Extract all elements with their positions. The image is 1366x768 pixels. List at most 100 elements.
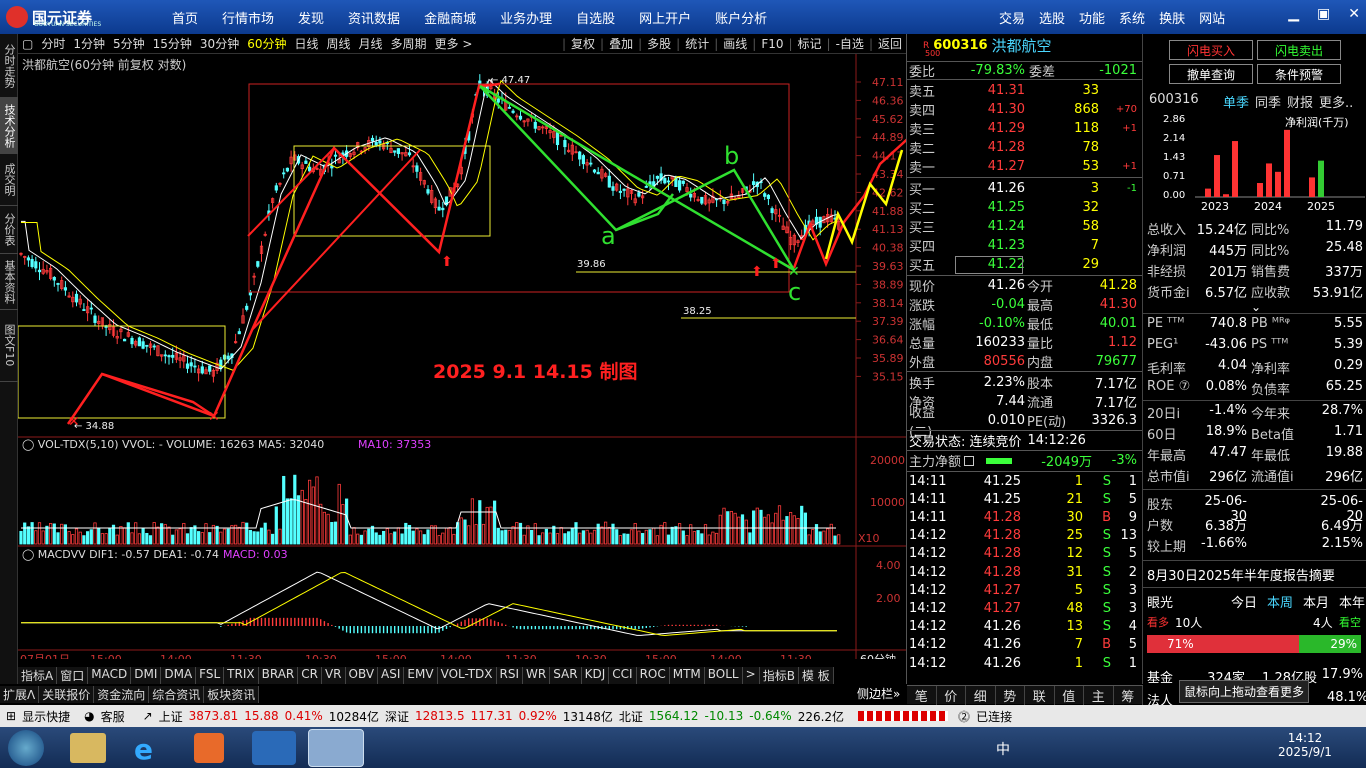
period-button[interactable]: 15分钟: [149, 35, 196, 52]
ask-row[interactable]: 卖一 41.27 53 +1: [907, 157, 1143, 176]
fin-tab[interactable]: 同季: [1255, 92, 1281, 111]
fin-tab[interactable]: 单季: [1223, 92, 1249, 111]
sync-icon[interactable]: [252, 731, 296, 765]
sidebar-button[interactable]: 侧边栏»: [857, 685, 900, 702]
indicator-tab[interactable]: SAR: [550, 667, 582, 684]
extension-tab[interactable]: 资金流向: [94, 686, 150, 703]
detail-tab[interactable]: 势: [996, 685, 1025, 705]
indicator-tab[interactable]: ROC: [637, 667, 670, 684]
nav-item-right[interactable]: 功能: [1079, 8, 1105, 27]
media-icon[interactable]: [194, 733, 224, 763]
period-button[interactable]: 分时: [37, 35, 69, 52]
nav-item[interactable]: 业务办理: [500, 8, 552, 27]
ask-row[interactable]: 卖二 41.28 78: [907, 138, 1143, 157]
indicator-tab[interactable]: EMV: [404, 667, 438, 684]
indicator-tab[interactable]: VOL-TDX: [438, 667, 497, 684]
indicator-tab[interactable]: MACD: [88, 667, 132, 684]
side-tab[interactable]: 技术分析: [0, 98, 18, 154]
cancel-query-button[interactable]: 撤单查询: [1169, 64, 1253, 84]
indicator-tab[interactable]: 模 板: [799, 667, 834, 684]
detail-tab[interactable]: 笔: [907, 685, 937, 705]
indicator-tab[interactable]: OBV: [346, 667, 379, 684]
nav-item-right[interactable]: 网站: [1199, 8, 1225, 27]
nav-item-right[interactable]: 换肤: [1159, 8, 1185, 27]
side-tab[interactable]: 分时走势: [0, 34, 18, 98]
detail-tab[interactable]: 细: [966, 685, 996, 705]
side-tab[interactable]: 基本资料: [0, 254, 18, 310]
report-link[interactable]: 8月30日2025年半年度报告摘要: [1147, 565, 1335, 584]
start-button[interactable]: [8, 730, 44, 766]
period-button[interactable]: 1分钟: [69, 35, 109, 52]
period-button[interactable]: 30分钟: [196, 35, 243, 52]
side-tab[interactable]: 图文F10: [0, 310, 18, 382]
tool-button[interactable]: 叠加: [605, 35, 637, 52]
nav-item[interactable]: 金融商城: [424, 8, 476, 27]
panel-toggle-icon[interactable]: ▢: [18, 37, 37, 51]
period-button[interactable]: 月线: [355, 35, 387, 52]
nav-item-right[interactable]: 选股: [1039, 8, 1065, 27]
nav-item-right[interactable]: 交易: [999, 8, 1025, 27]
condition-alert-button[interactable]: 条件预警: [1257, 64, 1341, 84]
period-button[interactable]: 60分钟: [243, 35, 290, 52]
period-button[interactable]: 周线: [323, 35, 355, 52]
bid-row[interactable]: 买五 41.22 29: [907, 255, 1143, 274]
bid-row[interactable]: 买一 41.26 3 -1: [907, 179, 1143, 198]
indicator-tab[interactable]: 指标B: [760, 667, 799, 684]
ie-icon[interactable]: e: [134, 733, 168, 766]
extension-tab[interactable]: 板块资讯: [204, 686, 260, 703]
flash-buy-button[interactable]: 闪电买入: [1169, 40, 1253, 60]
detail-tab[interactable]: 联: [1025, 685, 1055, 705]
clock[interactable]: 14:12 2025/9/1: [1270, 731, 1340, 759]
nav-item[interactable]: 行情市场: [222, 8, 274, 27]
tool-button[interactable]: 多股: [643, 35, 675, 52]
indicator-tab[interactable]: MTM: [670, 667, 705, 684]
ime-indicator[interactable]: 中: [996, 739, 1010, 759]
close-icon[interactable]: ✕: [1348, 6, 1360, 22]
detail-tab[interactable]: 主: [1084, 685, 1114, 705]
nav-item[interactable]: 自选股: [576, 8, 615, 27]
tool-button[interactable]: 标记: [794, 35, 826, 52]
indicator-tab[interactable]: DMI: [131, 667, 162, 684]
indicator-tab[interactable]: ASI: [378, 667, 405, 684]
indicator-tab[interactable]: 窗口: [57, 667, 89, 684]
extension-tab[interactable]: 综合资讯: [149, 686, 205, 703]
fin-tab[interactable]: 更多..: [1319, 92, 1353, 111]
tool-button[interactable]: 复权: [567, 35, 599, 52]
side-tab[interactable]: 分价表: [0, 206, 18, 254]
ask-row[interactable]: 卖三 41.29 118 +1: [907, 119, 1143, 138]
eye-tab[interactable]: 今日: [1231, 592, 1257, 611]
period-button[interactable]: 多周期: [387, 35, 431, 52]
side-tab[interactable]: 成交明细: [0, 154, 18, 206]
indicator-tab[interactable]: FSL: [196, 667, 225, 684]
eye-tab[interactable]: 本周: [1267, 592, 1293, 611]
detail-tab[interactable]: 筹: [1114, 685, 1143, 705]
indicator-tab[interactable]: CR: [298, 667, 322, 684]
tool-button[interactable]: 统计: [681, 35, 713, 52]
indicator-tab[interactable]: WR: [523, 667, 551, 684]
period-button[interactable]: 更多 >: [431, 35, 477, 52]
ask-row[interactable]: 卖四 41.30 868 +70: [907, 100, 1143, 119]
extension-tab[interactable]: 关联报价: [39, 686, 95, 703]
detail-tab[interactable]: 值: [1055, 685, 1084, 705]
explorer-icon[interactable]: [70, 733, 106, 763]
nav-item[interactable]: 资讯数据: [348, 8, 400, 27]
indicator-tab[interactable]: CCI: [609, 667, 637, 684]
detail-tab[interactable]: 价: [937, 685, 966, 705]
period-button[interactable]: 日线: [290, 35, 322, 52]
tool-button[interactable]: -自选: [832, 35, 868, 52]
indicator-tab[interactable]: BOLL: [705, 667, 743, 684]
indicator-tab[interactable]: KDJ: [582, 667, 610, 684]
fin-tab[interactable]: 财报: [1287, 92, 1313, 111]
nav-item[interactable]: 发现: [298, 8, 324, 27]
bid-row[interactable]: 买三 41.24 58: [907, 217, 1143, 236]
tool-button[interactable]: 返回: [874, 35, 906, 52]
extension-tab[interactable]: 扩展ᐱ: [0, 686, 40, 703]
nav-item[interactable]: 网上开户: [639, 8, 691, 27]
eye-tab[interactable]: 本年: [1339, 592, 1365, 611]
app-icon[interactable]: [308, 729, 364, 767]
bid-row[interactable]: 买二 41.25 32: [907, 198, 1143, 217]
service-icon[interactable]: ◕: [84, 709, 94, 723]
shortcut-icon[interactable]: ⊞: [6, 709, 16, 723]
ask-row[interactable]: 卖五 41.31 33: [907, 81, 1143, 100]
tool-button[interactable]: F10: [757, 37, 787, 51]
